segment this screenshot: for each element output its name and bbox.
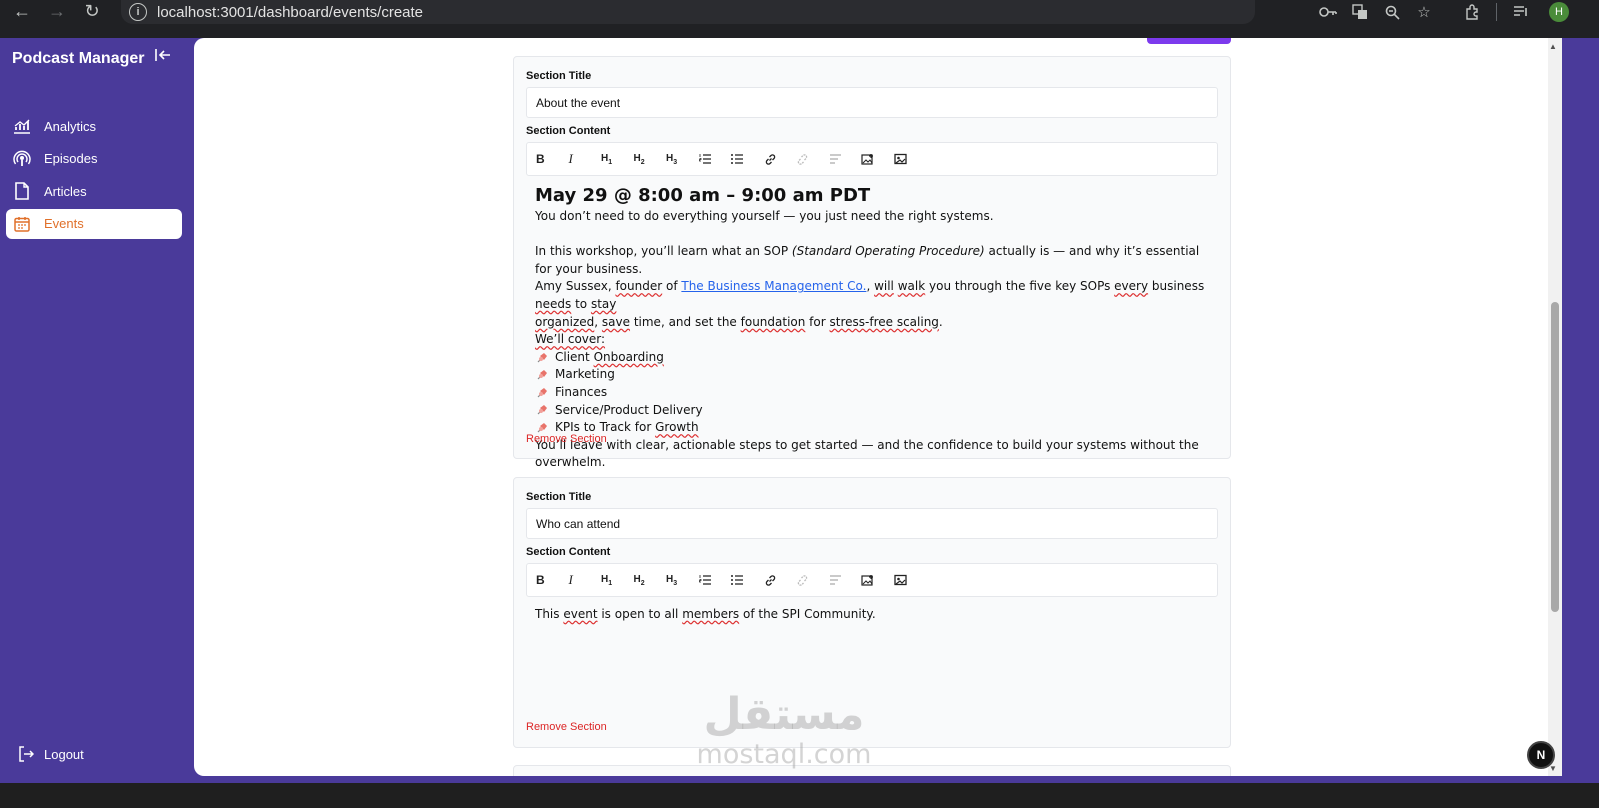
- sidebar-item-label: Events: [44, 216, 84, 231]
- section-title-label: Section Title: [526, 70, 592, 82]
- sidebar-item-label: Analytics: [44, 118, 97, 134]
- list-item: KPIs to Track for Growth: [535, 419, 1215, 437]
- text-wrap-icon[interactable]: [829, 149, 862, 169]
- cover-heading: We’ll cover:: [535, 332, 606, 347]
- list-item: Service/Product Delivery: [535, 402, 1215, 420]
- sidebar: Podcast Manager Analytics Episodes Artic…: [0, 38, 194, 783]
- ordered-list-icon[interactable]: [698, 149, 732, 169]
- image-edit-icon[interactable]: [893, 149, 927, 169]
- link-icon[interactable]: [764, 570, 797, 590]
- back-icon[interactable]: ←: [4, 0, 40, 30]
- list-item: Marketing: [535, 366, 1215, 384]
- intro-paragraph: You don’t need to do everything yourself…: [535, 209, 994, 223]
- taskbar: [0, 783, 1599, 808]
- section-title-label: Section Title: [526, 491, 592, 503]
- brand-title: Podcast Manager: [12, 50, 145, 67]
- address-bar[interactable]: i localhost:3001/dashboard/events/create: [121, 0, 1255, 24]
- forward-icon[interactable]: →: [39, 0, 75, 30]
- logout-icon: [18, 746, 34, 762]
- logout-button[interactable]: Logout: [18, 746, 84, 762]
- section-card: Section Title About the event Section Co…: [513, 56, 1231, 469]
- event-date-heading: May 29 @ 8:00 am – 9:00 am PDT: [535, 185, 871, 206]
- link-icon[interactable]: [764, 149, 797, 169]
- reload-icon[interactable]: ↻: [74, 0, 110, 30]
- toolbar-divider: [1496, 3, 1497, 21]
- heading2-icon[interactable]: H2: [634, 149, 667, 169]
- reading-list-icon[interactable]: [1505, 0, 1537, 24]
- heading2-icon[interactable]: H2: [634, 570, 667, 590]
- section-content-label: Section Content: [526, 125, 611, 137]
- sidebar-nav: Analytics Episodes Articles Events: [6, 111, 182, 241]
- site-info-icon[interactable]: i: [129, 3, 147, 21]
- section-title-input[interactable]: About the event: [526, 87, 1218, 118]
- browser-toolbar: ← → ↻ i localhost:3001/dashboard/events/…: [0, 0, 1599, 38]
- unlink-icon[interactable]: [796, 570, 829, 590]
- collapse-sidebar-icon[interactable]: [155, 48, 171, 67]
- image-upload-icon[interactable]: [861, 570, 894, 590]
- save-button-edge[interactable]: [1147, 38, 1231, 44]
- italic-icon[interactable]: I: [569, 149, 602, 169]
- section-content-label: Section Content: [526, 546, 611, 558]
- bold-icon[interactable]: B: [536, 570, 569, 590]
- pushpin-icon: [536, 387, 548, 399]
- logout-label: Logout: [44, 746, 84, 762]
- chart-icon: [12, 116, 32, 136]
- sidebar-item-articles[interactable]: Articles: [6, 176, 182, 206]
- ordered-list-icon[interactable]: [698, 570, 732, 590]
- pushpin-icon: [536, 369, 548, 381]
- remove-section-button[interactable]: Remove Section: [526, 721, 607, 733]
- image-edit-icon[interactable]: [893, 570, 927, 590]
- list-item: Finances: [535, 384, 1215, 402]
- workshop-paragraph: In this workshop, you’ll learn what an S…: [535, 244, 1200, 276]
- main-content: Section Title About the event Section Co…: [194, 38, 1562, 776]
- rich-text-editor[interactable]: This event is open to all members of the…: [535, 606, 1215, 624]
- outro-paragraph: You’ll leave with clear, actionable step…: [535, 437, 1199, 470]
- translate-icon[interactable]: [1344, 0, 1376, 24]
- url-text: localhost:3001/dashboard/events/create: [157, 3, 424, 21]
- document-icon: [12, 181, 32, 201]
- extensions-icon[interactable]: [1456, 0, 1488, 24]
- text-wrap-icon[interactable]: [829, 570, 862, 590]
- sidebar-item-events[interactable]: Events: [6, 208, 182, 239]
- podcast-icon: [12, 149, 32, 169]
- section-title-input[interactable]: Who can attend: [526, 508, 1218, 539]
- scroll-up-icon[interactable]: ▲: [1549, 42, 1557, 51]
- unlink-icon[interactable]: [796, 149, 829, 169]
- heading3-icon[interactable]: H3: [666, 149, 699, 169]
- profile-avatar[interactable]: H: [1549, 2, 1569, 22]
- editor-toolbar: B I H1 H2 H3: [526, 563, 1218, 597]
- bullet-list-icon[interactable]: [731, 149, 764, 169]
- sidebar-item-label: Episodes: [44, 151, 98, 166]
- sidebar-item-episodes[interactable]: Episodes: [6, 144, 182, 174]
- sidebar-item-analytics[interactable]: Analytics: [6, 111, 182, 141]
- nextjs-dev-badge[interactable]: N: [1527, 741, 1555, 769]
- editor-toolbar: B I H1 H2 H3: [526, 142, 1218, 176]
- calendar-icon: [12, 214, 32, 234]
- pushpin-icon: [536, 404, 548, 416]
- attend-paragraph: This event is open to all members of the…: [535, 607, 876, 621]
- italic-icon[interactable]: I: [569, 570, 602, 590]
- scrollbar-thumb[interactable]: [1551, 302, 1559, 612]
- remove-section-button[interactable]: Remove Section: [526, 433, 607, 445]
- sidebar-item-label: Articles: [44, 183, 87, 199]
- bold-icon[interactable]: B: [536, 149, 569, 169]
- heading3-icon[interactable]: H3: [666, 570, 699, 590]
- heading1-icon[interactable]: H1: [601, 149, 634, 169]
- zoom-icon[interactable]: [1376, 0, 1408, 24]
- heading1-icon[interactable]: H1: [601, 570, 634, 590]
- host-paragraph: Amy Sussex, founder of The Business Mana…: [535, 279, 1205, 329]
- pushpin-icon: [536, 352, 548, 364]
- bullet-list-icon[interactable]: [731, 570, 764, 590]
- image-upload-icon[interactable]: [861, 149, 894, 169]
- bookmark-star-icon[interactable]: ☆: [1408, 0, 1440, 24]
- business-management-link[interactable]: The Business Management Co.: [681, 279, 866, 293]
- rich-text-editor[interactable]: May 29 @ 8:00 am – 9:00 am PDT You don’t…: [535, 185, 1215, 472]
- list-item: Client Onboarding: [535, 349, 1215, 367]
- key-icon[interactable]: [1312, 0, 1344, 24]
- watermark: مستقل mostaql.com: [696, 689, 872, 770]
